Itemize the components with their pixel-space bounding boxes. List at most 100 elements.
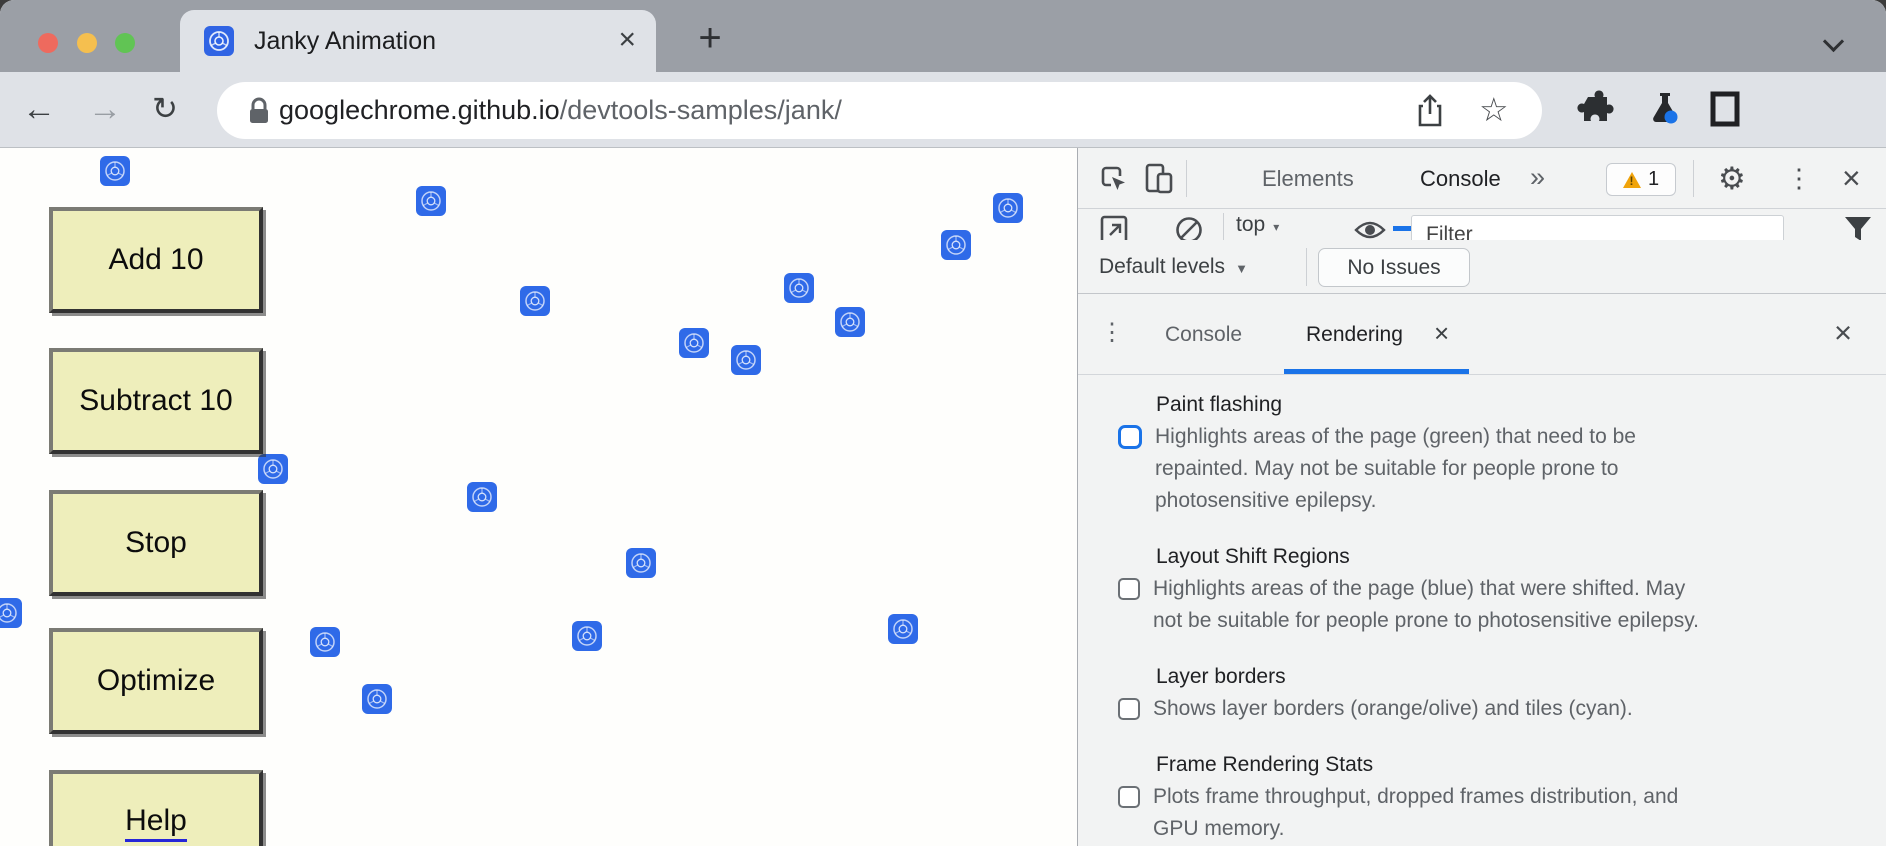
separator (1306, 248, 1307, 286)
inspect-element-icon[interactable] (1098, 163, 1130, 195)
execution-context-selector[interactable]: top▾ (1236, 213, 1279, 237)
rendering-option-layout-shift-regions: Layout Shift Regions Highlights areas of… (1118, 541, 1862, 637)
chrome-sprite (731, 345, 761, 375)
subtract-10-button[interactable]: Subtract 10 (49, 348, 263, 454)
frame-rendering-stats-checkbox[interactable] (1118, 786, 1140, 808)
separator (1223, 213, 1224, 240)
option-description: Highlights areas of the page (green) tha… (1155, 421, 1636, 517)
issues-warning-badge[interactable]: 1 (1606, 163, 1676, 196)
url-path: /devtools-samples/jank/ (560, 95, 842, 125)
drawer-menu-kebab-icon[interactable]: ⋮ (1100, 294, 1124, 372)
option-description: Highlights areas of the page (blue) that… (1153, 573, 1699, 637)
layer-borders-checkbox[interactable] (1118, 698, 1140, 720)
devtools-panel: Elements Console » 1 ⚙ ⋮ × top▾ (1077, 148, 1886, 846)
stop-label: Stop (125, 526, 187, 560)
window-minimize-button[interactable] (77, 33, 97, 53)
extensions-puzzle-icon[interactable] (1576, 90, 1614, 128)
browser-toolbar: ← → ↻ googlechrome.github.io/devtools-sa… (0, 72, 1886, 148)
option-description: Shows layer borders (orange/olive) and t… (1153, 693, 1633, 725)
window-zoom-button[interactable] (115, 33, 135, 53)
forward-button[interactable]: → (88, 72, 122, 148)
tab-close-icon[interactable]: × (618, 10, 636, 70)
browser-tab[interactable]: Janky Animation × (180, 10, 656, 72)
filter-funnel-icon[interactable] (1842, 213, 1874, 240)
more-tabs-chevron-icon[interactable]: » (1530, 148, 1545, 206)
clear-console-icon[interactable] (1173, 213, 1205, 240)
drawer-tab-console[interactable]: Console (1165, 294, 1242, 375)
browser-window: Janky Animation × + ← → ↻ googlechrome.g… (0, 0, 1886, 846)
tab-elements[interactable]: Elements (1262, 148, 1354, 209)
console-sidebar-icon[interactable] (1098, 213, 1130, 240)
chrome-sprite (520, 286, 550, 316)
chrome-sprite (835, 307, 865, 337)
chrome-sprite (888, 614, 918, 644)
chrome-sprite (941, 230, 971, 260)
window-close-button[interactable] (38, 33, 58, 53)
chrome-sprite (0, 598, 22, 628)
chrome-sprite (626, 548, 656, 578)
back-button[interactable]: ← (22, 72, 56, 148)
lock-icon[interactable] (247, 96, 271, 126)
chrome-sprite (572, 621, 602, 651)
add-10-label: Add 10 (108, 243, 203, 277)
chrome-sprite (416, 186, 446, 216)
rendering-panel: Paint flashing Highlights areas of the p… (1078, 375, 1886, 846)
chrome-sprite (310, 627, 340, 657)
paint-flashing-checkbox[interactable] (1118, 425, 1142, 449)
stop-button[interactable]: Stop (49, 490, 263, 596)
levels-value: Default levels (1099, 255, 1225, 278)
option-title: Layout Shift Regions (1156, 541, 1862, 573)
separator (1693, 160, 1694, 197)
optimize-button[interactable]: Optimize (49, 628, 263, 734)
chrome-sprite (679, 328, 709, 358)
warning-count: 1 (1648, 168, 1659, 191)
rendering-option-paint-flashing: Paint flashing Highlights areas of the p… (1118, 389, 1862, 517)
warning-triangle-icon (1623, 172, 1641, 188)
devtools-settings-gear-icon[interactable]: ⚙ (1718, 148, 1746, 209)
chrome-sprite (993, 193, 1023, 223)
option-title: Frame Rendering Stats (1156, 749, 1862, 781)
separator (1186, 160, 1187, 197)
tabstrip-chevron-down-icon[interactable] (1823, 31, 1844, 52)
option-title: Paint flashing (1156, 389, 1862, 421)
console-filter-input[interactable]: Filter (1411, 215, 1784, 240)
flask-extension-icon[interactable] (1645, 90, 1685, 130)
reload-button[interactable]: ↻ (152, 72, 178, 148)
chrome-sprite (100, 156, 130, 186)
help-button[interactable]: Help (49, 770, 263, 846)
layout-shift-regions-checkbox[interactable] (1118, 578, 1140, 600)
device-toolbar-icon[interactable] (1142, 162, 1176, 196)
no-issues-button[interactable]: No Issues (1318, 248, 1470, 287)
tab-strip: Janky Animation × + (0, 0, 1886, 72)
chrome-sprite (362, 684, 392, 714)
rendering-tab-underline (1284, 369, 1469, 374)
live-expression-eye-icon[interactable] (1353, 215, 1387, 240)
tab-title: Janky Animation (254, 10, 436, 72)
console-status-bar: Default levels▼ No Issues (1078, 240, 1886, 294)
new-tab-button[interactable]: + (688, 8, 732, 70)
jank-demo-page: Add 10 Subtract 10 Stop Optimize Help (0, 148, 1077, 846)
devtools-tabbar: Elements Console » 1 ⚙ ⋮ × (1078, 148, 1886, 209)
chrome-sprite (784, 273, 814, 303)
share-icon[interactable] (1415, 94, 1445, 128)
add-10-button[interactable]: Add 10 (49, 207, 263, 313)
drawer-tab-rendering[interactable]: Rendering (1306, 294, 1403, 375)
chrome-sprite (258, 454, 288, 484)
devtools-menu-kebab-icon[interactable]: ⋮ (1786, 148, 1812, 209)
console-toolbar: top▾ Filter (1078, 209, 1886, 240)
url-host: googlechrome.github.io (279, 95, 560, 125)
rendering-tab-close-icon[interactable]: × (1434, 294, 1449, 372)
url-text: googlechrome.github.io/devtools-samples/… (279, 82, 842, 139)
side-panel-icon[interactable] (1708, 90, 1744, 128)
option-title: Layer borders (1156, 661, 1862, 693)
devtools-close-icon[interactable]: × (1842, 148, 1861, 209)
tab-console[interactable]: Console (1420, 148, 1501, 209)
subtract-10-label: Subtract 10 (79, 384, 232, 418)
bookmark-star-icon[interactable]: ☆ (1479, 82, 1509, 138)
address-bar[interactable]: googlechrome.github.io/devtools-samples/… (217, 82, 1542, 139)
default-levels-dropdown[interactable]: Default levels▼ (1099, 240, 1248, 296)
drawer-tabbar: ⋮ Console Rendering × × (1078, 294, 1886, 375)
option-description: Plots frame throughput, dropped frames d… (1153, 781, 1678, 845)
rendering-option-frame-rendering-stats: Frame Rendering Stats Plots frame throug… (1118, 749, 1862, 845)
drawer-close-icon[interactable]: × (1834, 294, 1852, 372)
